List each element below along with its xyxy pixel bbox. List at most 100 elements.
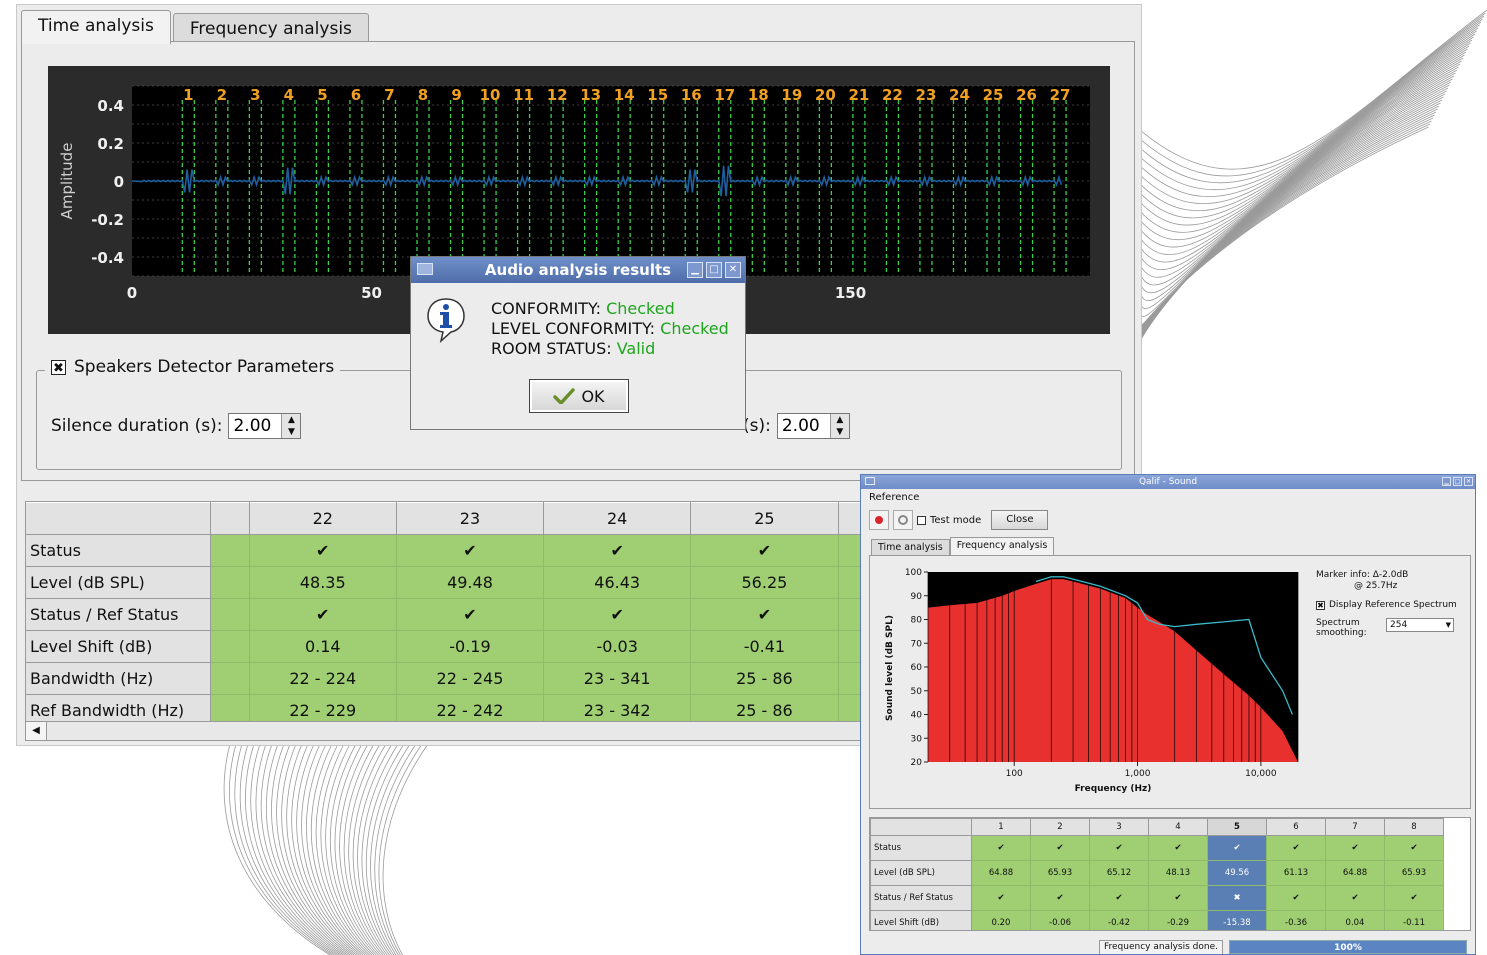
table-cell[interactable]: ✔ [395,534,545,567]
ok-button[interactable]: OK [529,379,629,413]
table-cell[interactable]: -0.36 [1266,910,1326,930]
table-cell[interactable]: ✔ [1089,885,1149,911]
column-header[interactable]: 7 [1325,818,1385,836]
maximize-icon[interactable]: □ [1453,477,1462,486]
spin-down-icon[interactable]: ▼ [831,426,849,438]
window-menu-icon[interactable] [417,263,433,275]
column-header[interactable]: 3 [1089,818,1149,836]
table-cell[interactable]: ✔ [1266,835,1326,861]
table-cell[interactable]: -0.19 [395,630,545,663]
column-header[interactable]: 22 [248,501,397,535]
table-cell[interactable]: -15.38 [1207,910,1267,930]
close-icon[interactable]: ✕ [725,262,741,278]
table-cell[interactable]: 25 - 86 [690,662,839,695]
settings-button[interactable] [893,510,913,530]
row-header[interactable]: Level (dB SPL) [870,860,972,886]
table-cell[interactable]: 48.35 [248,566,397,599]
table-cell[interactable]: -0.41 [690,630,839,663]
horizontal-scrollbar[interactable]: ◀ [25,721,871,741]
table-cell[interactable]: ✔ [1148,835,1208,861]
speakers-detector-checkbox[interactable]: ✖ [51,359,66,376]
table-cell[interactable]: ✔ [971,885,1031,911]
row-header[interactable]: Level Shift (dB) [870,910,972,930]
column-header[interactable]: 5 [1207,818,1267,836]
table-cell[interactable]: ✔ [1148,885,1208,911]
table-cell[interactable]: -0.06 [1030,910,1090,930]
dialog-titlebar[interactable]: Audio analysis results ▁ □ ✕ [411,257,745,283]
table-cell[interactable]: ✔ [1207,835,1267,861]
row-header[interactable]: Status [25,534,212,567]
second-duration-spinbox[interactable]: ▲ ▼ [776,413,850,439]
table-cell[interactable]: ✔ [1384,835,1444,861]
spin-up-icon[interactable]: ▲ [282,414,300,426]
silence-duration-input[interactable] [229,414,282,438]
table-cell[interactable]: 49.56 [1207,860,1267,886]
table-cell[interactable]: -0.29 [1148,910,1208,930]
table-cell[interactable]: -0.03 [543,630,692,663]
row-header[interactable]: Status [870,835,972,861]
record-button[interactable] [869,510,889,530]
table-cell[interactable]: 64.88 [971,860,1031,886]
tab-frequency-analysis[interactable]: Frequency analysis [172,13,369,43]
table-cell[interactable]: 0.20 [971,910,1031,930]
column-header[interactable]: 24 [543,501,692,535]
table-cell[interactable]: ✔ [248,598,397,631]
tab-frequency-analysis[interactable]: Frequency analysis [949,537,1055,555]
table-cell[interactable]: 0.04 [1325,910,1385,930]
maximize-icon[interactable]: □ [706,262,722,278]
table-cell[interactable]: -0.11 [1384,910,1444,930]
table-cell[interactable]: -0.42 [1089,910,1149,930]
row-header[interactable]: Status / Ref Status [870,885,972,911]
menu-reference[interactable]: Reference [869,492,919,503]
silence-duration-spinbox[interactable]: ▲ ▼ [228,413,302,439]
table-cell[interactable]: ✔ [1325,835,1385,861]
table-cell[interactable]: 23 - 341 [543,662,692,695]
table-cell[interactable]: 48.13 [1148,860,1208,886]
column-header[interactable]: 2 [1030,818,1090,836]
sound-window-titlebar[interactable]: Qalif - Sound ▁ □ ✕ [861,475,1475,489]
table-cell[interactable]: 65.12 [1089,860,1149,886]
table-cell[interactable]: 65.93 [1384,860,1444,886]
table-cell[interactable]: ✔ [1089,835,1149,861]
table-cell[interactable]: ✔ [690,534,839,567]
table-cell[interactable]: ✔ [543,534,692,567]
table-cell[interactable]: ✔ [248,534,397,567]
table-cell[interactable]: 64.88 [1325,860,1385,886]
table-cell[interactable]: ✖ [1207,885,1267,911]
test-mode-checkbox[interactable] [917,515,926,525]
column-header[interactable]: 6 [1266,818,1326,836]
display-reference-checkbox[interactable]: ✖ [1316,600,1325,610]
second-duration-input[interactable] [777,414,830,438]
minimize-icon[interactable]: ▁ [1442,477,1451,486]
window-menu-icon[interactable] [865,477,875,485]
table-cell[interactable]: 22 - 224 [248,662,397,695]
table-cell[interactable]: 49.48 [395,566,545,599]
close-button[interactable]: Close [991,510,1049,530]
table-cell[interactable]: 61.13 [1266,860,1326,886]
spin-down-icon[interactable]: ▼ [282,426,300,438]
scroll-left-icon[interactable]: ◀ [26,722,47,740]
column-header[interactable]: 8 [1384,818,1444,836]
minimize-icon[interactable]: ▁ [687,262,703,278]
table-cell[interactable]: ✔ [1030,835,1090,861]
tab-time-analysis[interactable]: Time analysis [871,539,950,555]
column-header[interactable]: 1 [971,818,1031,836]
table-cell[interactable]: 46.43 [543,566,692,599]
table-cell[interactable]: ✔ [1266,885,1326,911]
close-icon[interactable]: ✕ [1464,477,1473,486]
column-header[interactable]: 25 [690,501,839,535]
smoothing-select[interactable]: 254 ▼ [1386,618,1454,632]
table-cell[interactable]: ✔ [1325,885,1385,911]
row-header[interactable]: Level Shift (dB) [25,630,212,663]
table-cell[interactable]: 0.14 [248,630,397,663]
table-cell[interactable]: 22 - 245 [395,662,545,695]
table-cell[interactable]: ✔ [971,835,1031,861]
table-cell[interactable]: ✔ [395,598,545,631]
table-cell[interactable]: ✔ [1384,885,1444,911]
column-header[interactable]: 4 [1148,818,1208,836]
row-header[interactable]: Status / Ref Status [25,598,212,631]
row-header[interactable]: Bandwidth (Hz) [25,662,212,695]
table-cell[interactable]: ✔ [543,598,692,631]
column-header[interactable]: 23 [395,501,545,535]
table-cell[interactable]: ✔ [690,598,839,631]
